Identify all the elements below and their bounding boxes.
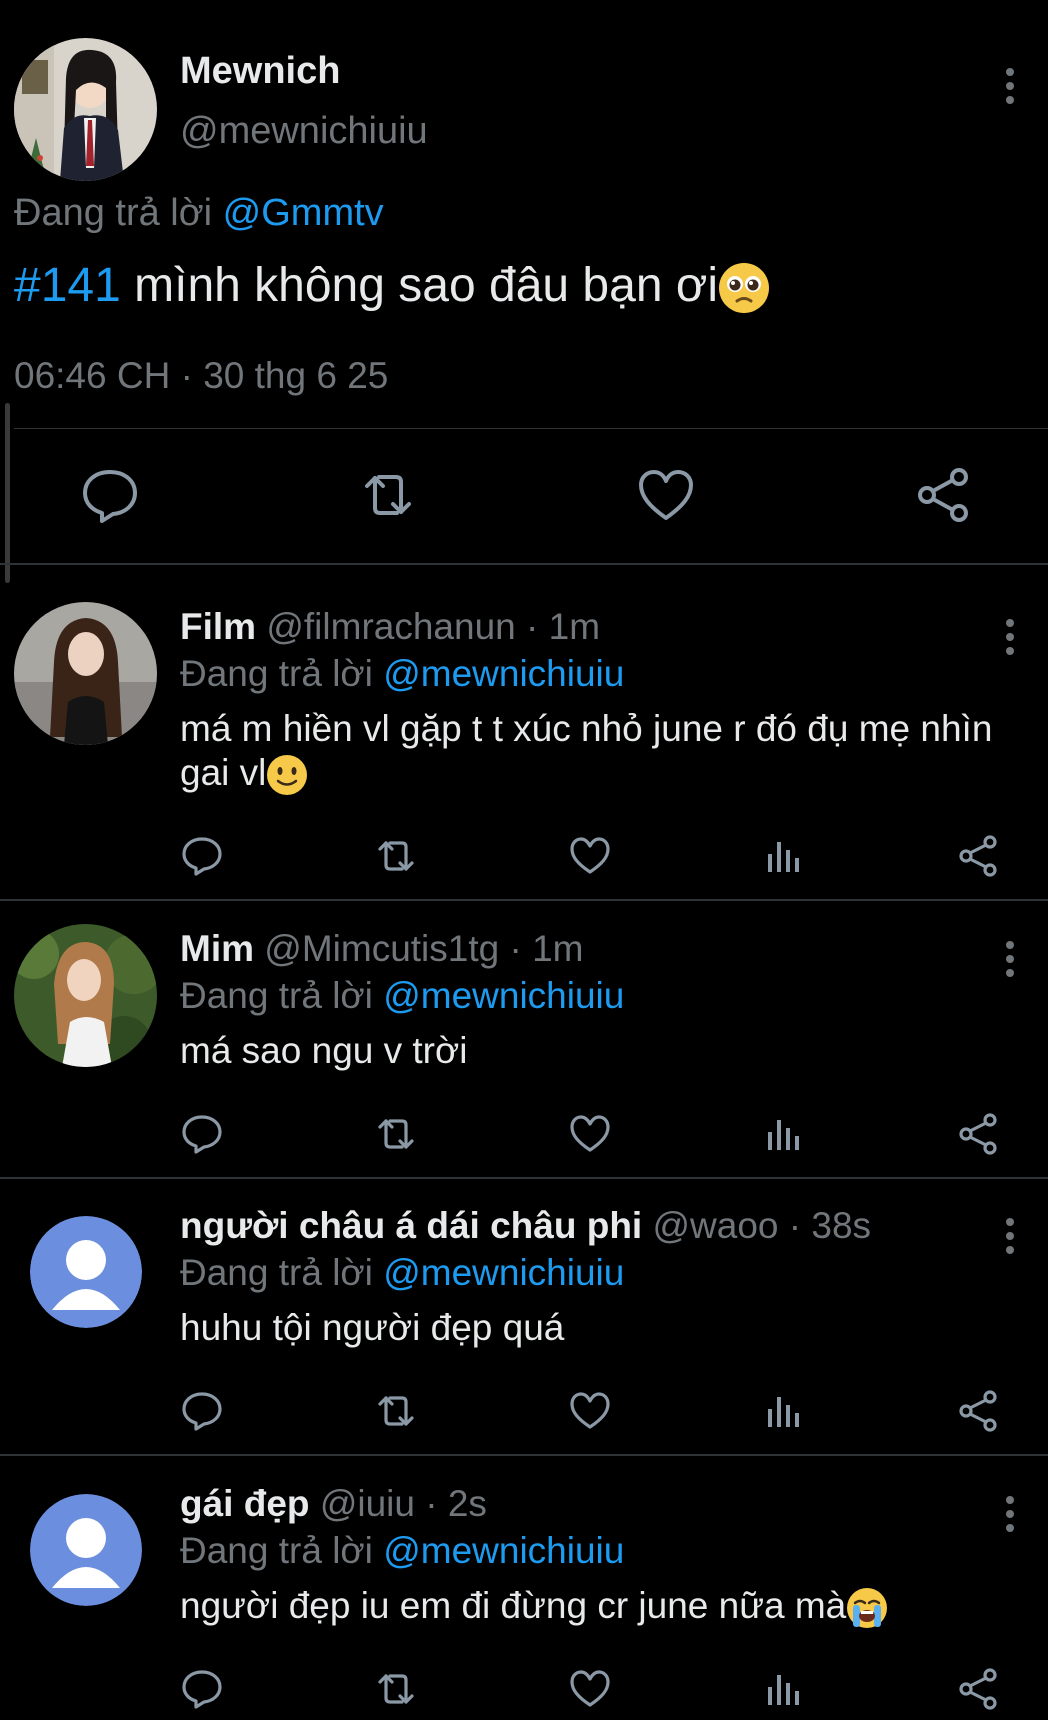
reply-item[interactable]: gái đẹp @iuiu · 2s Đang trả lời @mewnich… bbox=[0, 1479, 1048, 1710]
replying-to: Đang trả lời @mewnichiuiu bbox=[180, 975, 624, 1017]
author-handle[interactable]: @mewnichiuiu bbox=[180, 110, 428, 153]
default-avatar[interactable] bbox=[30, 1216, 142, 1328]
more-vertical-icon[interactable] bbox=[995, 614, 1025, 660]
divider bbox=[0, 1454, 1048, 1456]
reply-action-bar bbox=[0, 1665, 1048, 1720]
replying-to-link[interactable]: @mewnichiuiu bbox=[383, 1252, 624, 1293]
retweet-icon[interactable] bbox=[353, 460, 423, 530]
divider bbox=[0, 1177, 1048, 1179]
reply-item[interactable]: Film @filmrachanun · 1m Đang trả lời @me… bbox=[0, 602, 1048, 902]
reply-header: Film @filmrachanun · 1m bbox=[180, 606, 600, 648]
avatar-film[interactable] bbox=[14, 602, 157, 745]
tweet-timestamp[interactable]: 06:46 CH · 30 thg 6 25 bbox=[14, 355, 388, 397]
reply-body: huhu tội người đẹp quá bbox=[180, 1307, 565, 1348]
reply-body: người đẹp iu em đi đừng cr june nữa mà bbox=[180, 1585, 847, 1626]
share-icon[interactable] bbox=[954, 1665, 1002, 1713]
reply-text: má sao ngu v trời bbox=[180, 1029, 1020, 1073]
slightly-smiling-face-icon bbox=[266, 754, 308, 796]
replying-prefix: Đang trả lời bbox=[180, 975, 373, 1016]
reply-icon[interactable] bbox=[75, 460, 145, 530]
replying-prefix: Đang trả lời bbox=[180, 1252, 373, 1293]
replying-to-link[interactable]: @mewnichiuiu bbox=[383, 1530, 624, 1571]
reply-icon[interactable] bbox=[178, 1387, 226, 1435]
replying-prefix: Đang trả lời bbox=[14, 192, 213, 234]
views-icon[interactable] bbox=[760, 1387, 808, 1435]
more-vertical-icon[interactable] bbox=[995, 1213, 1025, 1259]
like-icon[interactable] bbox=[566, 832, 614, 880]
views-icon[interactable] bbox=[760, 1665, 808, 1713]
tweet-body: mình không sao đâu bạn ơi bbox=[120, 259, 718, 312]
reply-action-bar bbox=[0, 1110, 1048, 1165]
replying-to: Đang trả lời @mewnichiuiu bbox=[180, 1530, 624, 1572]
replying-to-link[interactable]: @mewnichiuiu bbox=[383, 653, 624, 694]
hashtag-link[interactable]: #141 bbox=[14, 259, 121, 312]
replying-to: Đang trả lời @Gmmtv bbox=[14, 192, 384, 235]
tweet-text: #141 mình không sao đâu bạn ơi bbox=[14, 258, 770, 314]
replying-prefix: Đang trả lời bbox=[180, 653, 373, 694]
reply-text: người đẹp iu em đi đừng cr june nữa mà bbox=[180, 1584, 1020, 1629]
reply-text: huhu tội người đẹp quá bbox=[180, 1306, 1020, 1350]
reply-icon[interactable] bbox=[178, 1110, 226, 1158]
avatar-mim[interactable] bbox=[14, 924, 157, 1067]
replying-to: Đang trả lời @mewnichiuiu bbox=[180, 653, 624, 695]
reply-author-name[interactable]: Mim bbox=[180, 928, 254, 969]
share-icon[interactable] bbox=[954, 1110, 1002, 1158]
divider bbox=[14, 428, 1048, 429]
loudly-crying-face-icon bbox=[846, 1587, 888, 1629]
reply-item[interactable]: người châu á dái châu phi @waoo · 38s Đa… bbox=[0, 1201, 1048, 1457]
main-tweet: Mewnich @mewnichiuiu Đang trả lời @Gmmtv… bbox=[0, 0, 1048, 566]
pleading-face-icon bbox=[718, 262, 770, 314]
reply-author-meta[interactable]: @filmrachanun · 1m bbox=[266, 606, 600, 647]
reply-item[interactable]: Mim @Mimcutis1tg · 1m Đang trả lời @mewn… bbox=[0, 924, 1048, 1180]
like-icon[interactable] bbox=[566, 1665, 614, 1713]
like-icon[interactable] bbox=[566, 1387, 614, 1435]
divider bbox=[0, 899, 1048, 901]
reply-author-name[interactable]: gái đẹp bbox=[180, 1483, 310, 1524]
reply-author-name[interactable]: người châu á dái châu phi bbox=[180, 1205, 642, 1246]
reply-author-meta[interactable]: @waoo · 38s bbox=[653, 1205, 872, 1246]
avatar-mewnich[interactable] bbox=[14, 38, 157, 181]
retweet-icon[interactable] bbox=[372, 1665, 420, 1713]
reply-header: Mim @Mimcutis1tg · 1m bbox=[180, 928, 584, 970]
reply-action-bar bbox=[0, 832, 1048, 887]
reply-author-name[interactable]: Film bbox=[180, 606, 256, 647]
like-icon[interactable] bbox=[566, 1110, 614, 1158]
reply-text: má m hiền vl gặp t t xúc nhỏ june r đó đ… bbox=[180, 707, 1020, 796]
replying-to-link[interactable]: @Gmmtv bbox=[223, 192, 384, 234]
more-vertical-icon[interactable] bbox=[995, 62, 1025, 112]
retweet-icon[interactable] bbox=[372, 1110, 420, 1158]
reply-header: gái đẹp @iuiu · 2s bbox=[180, 1483, 487, 1525]
like-icon[interactable] bbox=[631, 460, 701, 530]
divider bbox=[0, 563, 1048, 565]
default-avatar[interactable] bbox=[30, 1494, 142, 1606]
reply-author-meta[interactable]: @iuiu · 2s bbox=[320, 1483, 487, 1524]
author-name[interactable]: Mewnich bbox=[180, 50, 340, 93]
replying-to: Đang trả lời @mewnichiuiu bbox=[180, 1252, 624, 1294]
share-icon[interactable] bbox=[954, 832, 1002, 880]
views-icon[interactable] bbox=[760, 832, 808, 880]
main-action-bar bbox=[0, 460, 1048, 530]
more-vertical-icon[interactable] bbox=[995, 936, 1025, 982]
retweet-icon[interactable] bbox=[372, 1387, 420, 1435]
share-icon[interactable] bbox=[954, 1387, 1002, 1435]
reply-body: má sao ngu v trời bbox=[180, 1030, 468, 1071]
retweet-icon[interactable] bbox=[372, 832, 420, 880]
reply-header: người châu á dái châu phi @waoo · 38s bbox=[180, 1205, 871, 1247]
share-icon[interactable] bbox=[908, 460, 978, 530]
reply-action-bar bbox=[0, 1387, 1048, 1442]
reply-icon[interactable] bbox=[178, 1665, 226, 1713]
reply-author-meta[interactable]: @Mimcutis1tg · 1m bbox=[264, 928, 583, 969]
more-vertical-icon[interactable] bbox=[995, 1491, 1025, 1537]
views-icon[interactable] bbox=[760, 1110, 808, 1158]
reply-icon[interactable] bbox=[178, 832, 226, 880]
replying-prefix: Đang trả lời bbox=[180, 1530, 373, 1571]
replying-to-link[interactable]: @mewnichiuiu bbox=[383, 975, 624, 1016]
